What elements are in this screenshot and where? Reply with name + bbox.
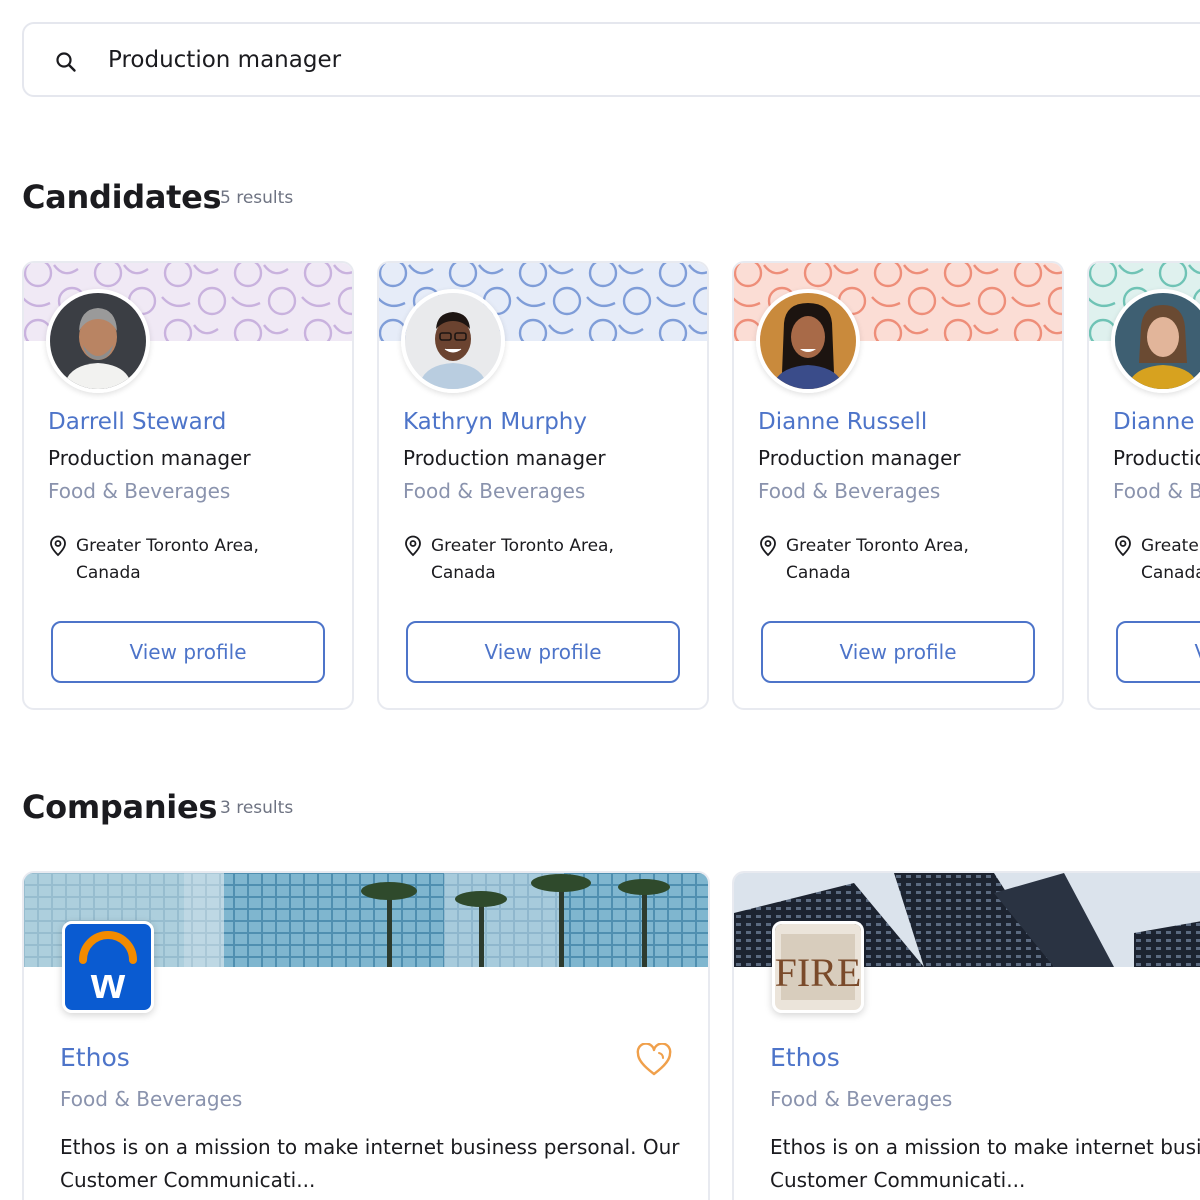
company-industry: Food & Beverages	[60, 1087, 243, 1111]
company-name[interactable]: Ethos	[770, 1043, 840, 1072]
candidates-heading: Candidates	[22, 178, 222, 216]
location-pin-icon	[405, 535, 421, 557]
companies-count: 3 results	[220, 798, 294, 818]
candidate-avatar	[46, 289, 150, 393]
company-logo: FIRE	[772, 921, 864, 1013]
search-bar[interactable]	[22, 22, 1200, 97]
candidate-name[interactable]: Darrell Steward	[48, 409, 226, 435]
candidate-industry: Food & Beverages	[758, 479, 941, 503]
candidate-card: Dianne Russell Production manager Food &…	[1087, 261, 1200, 710]
candidate-avatar	[756, 289, 860, 393]
company-name[interactable]: Ethos	[60, 1043, 130, 1072]
candidate-name[interactable]: Dianne Russell	[758, 409, 927, 435]
company-card: w Ethos Food & Beverages Ethos is on a m…	[22, 871, 710, 1200]
candidate-title: Production manager	[403, 446, 606, 470]
location-pin-icon	[1115, 535, 1131, 557]
candidate-name[interactable]: Kathryn Murphy	[403, 409, 587, 435]
company-description: Ethos is on a mission to make internet b…	[60, 1135, 680, 1192]
candidate-location: Greater Toronto Area, Canada	[76, 536, 259, 583]
candidate-card: Kathryn Murphy Production manager Food &…	[377, 261, 709, 710]
candidate-name[interactable]: Dianne Russell	[1113, 409, 1200, 435]
search-input[interactable]	[108, 38, 1108, 82]
candidate-location: Greater Toronto Area, Canada	[431, 536, 614, 583]
company-logo: w	[62, 921, 154, 1013]
candidate-industry: Food & Beverages	[1113, 479, 1200, 503]
candidate-card: Darrell Steward Production manager Food …	[22, 261, 354, 710]
location-pin-icon	[50, 535, 66, 557]
candidate-list: Darrell Steward Production manager Food …	[22, 261, 1200, 711]
candidate-location: Greater Toronto Area, Canada	[786, 536, 969, 583]
companies-heading: Companies	[22, 788, 218, 826]
view-profile-button[interactable]: View profile	[406, 621, 680, 683]
heart-icon[interactable]	[636, 1043, 672, 1077]
view-profile-button[interactable]: View profile	[51, 621, 325, 683]
view-profile-button[interactable]: View profile	[761, 621, 1035, 683]
company-card: FIRE Ethos Food & Beverages Ethos is on …	[732, 871, 1200, 1200]
candidate-title: Production manager	[48, 446, 251, 470]
candidate-avatar	[1111, 289, 1200, 393]
company-industry: Food & Beverages	[770, 1087, 953, 1111]
candidate-industry: Food & Beverages	[48, 479, 231, 503]
candidate-card: Dianne Russell Production manager Food &…	[732, 261, 1064, 710]
candidate-avatar	[401, 289, 505, 393]
location-pin-icon	[760, 535, 776, 557]
candidate-title: Production manager	[758, 446, 961, 470]
candidate-location: Greater Toronto Area, Canada	[1141, 536, 1200, 583]
candidate-title: Production manager	[1113, 446, 1200, 470]
company-logo-text: FIRE	[775, 950, 861, 995]
view-profile-button[interactable]: View profile	[1116, 621, 1200, 683]
candidate-industry: Food & Beverages	[403, 479, 586, 503]
company-description: Ethos is on a mission to make internet b…	[770, 1135, 1200, 1192]
candidates-count: 5 results	[220, 188, 294, 208]
company-logo-text: w	[90, 959, 126, 1008]
search-icon[interactable]	[54, 50, 78, 74]
search-results-page: Candidates 5 results	[0, 0, 1200, 1200]
